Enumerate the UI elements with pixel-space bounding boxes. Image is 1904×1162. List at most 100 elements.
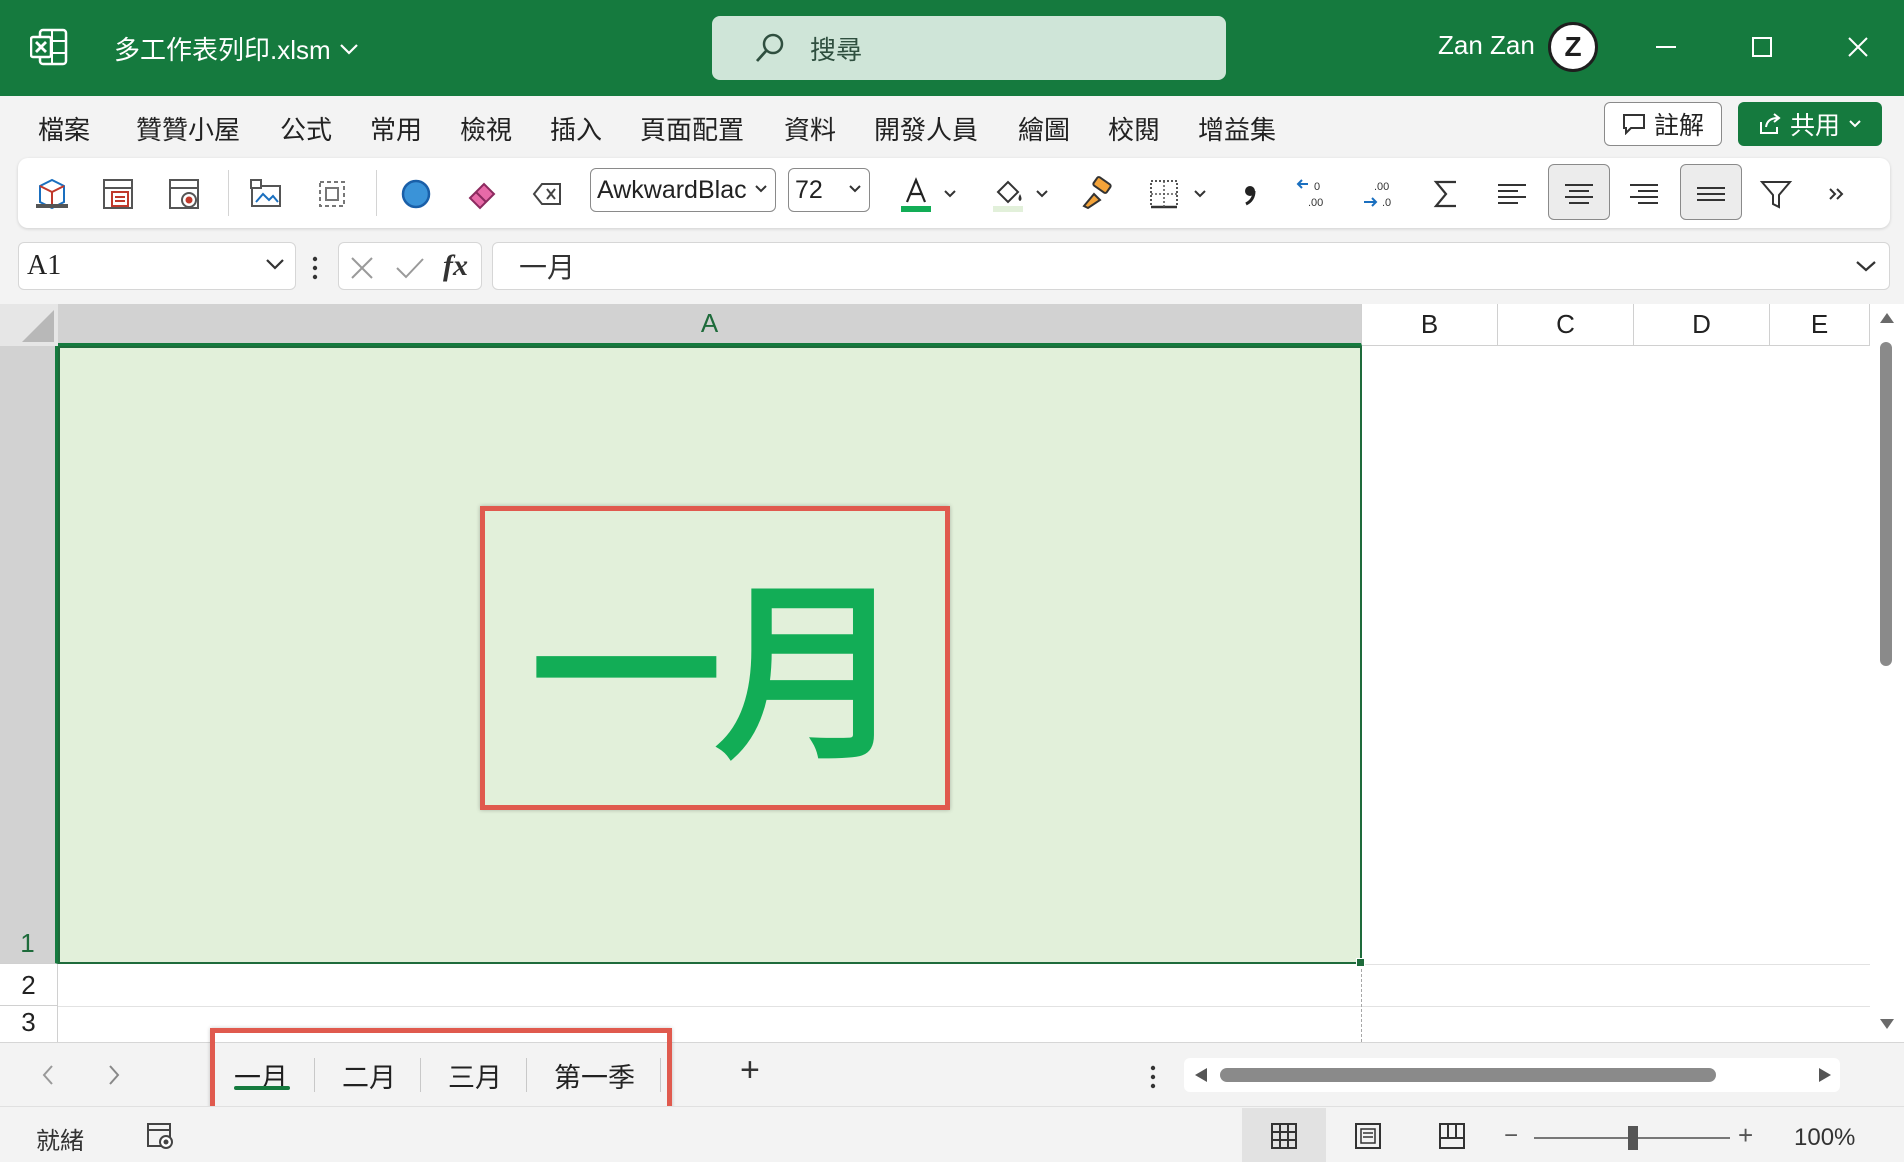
font-name-value: AwkwardBlac [597,175,747,204]
add-sheet-button[interactable]: + [740,1051,760,1090]
comment-button[interactable]: 註解 [1604,102,1722,146]
menu-data[interactable]: 資料 [784,110,836,147]
share-label: 共用 [1789,112,1840,140]
borders-dropdown[interactable] [1190,174,1210,214]
page-layout-icon[interactable] [1354,1122,1382,1150]
search-box[interactable]: 搜尋 [712,16,1226,80]
title-bar: 多工作表列印.xlsm 搜尋 Zan Zan Z [0,0,1904,96]
menu-page-layout[interactable]: 頁面配置 [640,110,744,147]
spreadsheet-grid[interactable]: A B C D E 1 2 3 [0,304,1904,1042]
search-icon [755,33,784,62]
row-gridline [1362,964,1870,965]
borders-icon[interactable] [1144,174,1184,214]
zoom-in-button[interactable]: + [1738,1120,1753,1151]
menu-review[interactable]: 校閱 [1108,110,1160,147]
font-size-select[interactable]: 72 [788,168,870,212]
scroll-left-icon[interactable] [1194,1067,1208,1083]
menu-insert[interactable]: 插入 [550,110,602,147]
report-print-icon[interactable] [98,174,138,214]
zoom-slider-thumb[interactable] [1628,1126,1638,1150]
more-commands-icon[interactable] [1816,174,1856,214]
svg-text:.0: .0 [1382,197,1391,209]
circle-shape-icon[interactable] [396,174,436,214]
vertical-scrollbar[interactable] [1870,304,1904,1042]
3d-box-icon[interactable] [32,174,72,214]
column-header-e[interactable]: E [1770,304,1870,346]
column-header-a[interactable]: A [58,304,1362,346]
column-header-d[interactable]: D [1634,304,1770,346]
zoom-out-button[interactable]: − [1504,1122,1518,1150]
svg-text:0: 0 [1314,181,1320,193]
user-name[interactable]: Zan Zan [1438,30,1535,61]
comma-style-icon[interactable] [1230,174,1270,214]
name-box[interactable]: A1 [18,242,296,290]
chevron-down-icon [944,190,956,198]
menu-addins[interactable]: 增益集 [1198,110,1276,147]
horizontal-scrollbar[interactable] [1184,1058,1840,1092]
clear-format-icon[interactable] [528,174,568,214]
excel-logo-icon[interactable] [29,28,68,66]
scroll-right-icon[interactable] [1818,1067,1832,1083]
fill-color-dropdown[interactable] [1032,174,1052,214]
chevron-right-icon[interactable] [106,1063,122,1087]
chevron-left-icon[interactable] [40,1063,56,1087]
menu-zanzan[interactable]: 贊贊小屋 [136,110,240,147]
menu-view[interactable]: 檢視 [460,110,512,147]
font-color-icon[interactable] [896,174,936,214]
picture-icon[interactable] [246,174,286,214]
menu-bar: 檔案 贊贊小屋 公式 常用 檢視 插入 頁面配置 資料 開發人員 繪圖 校閱 增… [0,96,1904,158]
more-vertical-icon[interactable] [1150,1065,1156,1089]
menu-formulas[interactable]: 公式 [280,110,332,147]
cancel-icon[interactable] [349,255,375,281]
select-all-corner[interactable] [0,304,58,346]
scroll-down-icon[interactable] [1879,1018,1895,1030]
autosum-icon[interactable] [1426,174,1466,214]
menu-file[interactable]: 檔案 [38,110,90,147]
row-header-3[interactable]: 3 [0,1006,58,1042]
horizontal-scroll-thumb[interactable] [1220,1068,1716,1082]
page-break-preview-icon[interactable] [1438,1122,1466,1150]
maximize-button[interactable] [1734,22,1790,72]
font-name-select[interactable]: AwkwardBlac [590,168,776,212]
minimize-button[interactable] [1638,22,1694,72]
scroll-up-icon[interactable] [1879,312,1895,324]
menu-developer[interactable]: 開發人員 [874,110,978,147]
column-header-b[interactable]: B [1362,304,1498,346]
row-header-1[interactable]: 1 [0,346,58,964]
share-button[interactable]: 共用 [1738,102,1882,146]
grid-view-icon [1271,1123,1297,1149]
select-objects-icon[interactable] [312,174,352,214]
zoom-level[interactable]: 100% [1794,1124,1855,1152]
chevron-down-icon [1849,120,1861,128]
close-button[interactable] [1830,22,1886,72]
record-macro-icon[interactable] [164,174,204,214]
align-right-icon[interactable] [1624,174,1664,214]
row-gridline [58,1006,1870,1007]
avatar[interactable]: Z [1548,22,1598,72]
fill-handle[interactable] [1356,958,1365,967]
file-name-label: 多工作表列印.xlsm [114,35,331,65]
vertical-scroll-thumb[interactable] [1880,342,1892,666]
more-options-icon[interactable] [312,256,318,280]
column-header-c[interactable]: C [1498,304,1634,346]
highlight-box-tabs [210,1028,672,1118]
macro-recording-icon[interactable] [146,1121,176,1151]
chevron-down-icon [266,259,284,270]
fill-color-icon[interactable] [988,174,1028,214]
file-name-dropdown[interactable]: 多工作表列印.xlsm [114,30,359,67]
insert-function-button[interactable]: fx [443,249,468,283]
eraser-icon[interactable] [462,174,502,214]
enter-icon[interactable] [395,255,425,281]
menu-draw[interactable]: 繪圖 [1018,110,1070,147]
decrease-decimal-icon[interactable]: .00.0 [1360,174,1400,214]
increase-decimal-icon[interactable]: 0.00 [1294,174,1334,214]
align-left-icon[interactable] [1492,174,1532,214]
format-painter-icon[interactable] [1076,174,1116,214]
svg-text:.00: .00 [1374,181,1389,193]
formula-input[interactable]: 一月 [492,242,1890,290]
row-header-2[interactable]: 2 [0,964,58,1006]
font-color-dropdown[interactable] [940,174,960,214]
filter-icon[interactable] [1756,174,1796,214]
chevron-down-icon [849,185,861,193]
menu-home[interactable]: 常用 [370,110,422,147]
